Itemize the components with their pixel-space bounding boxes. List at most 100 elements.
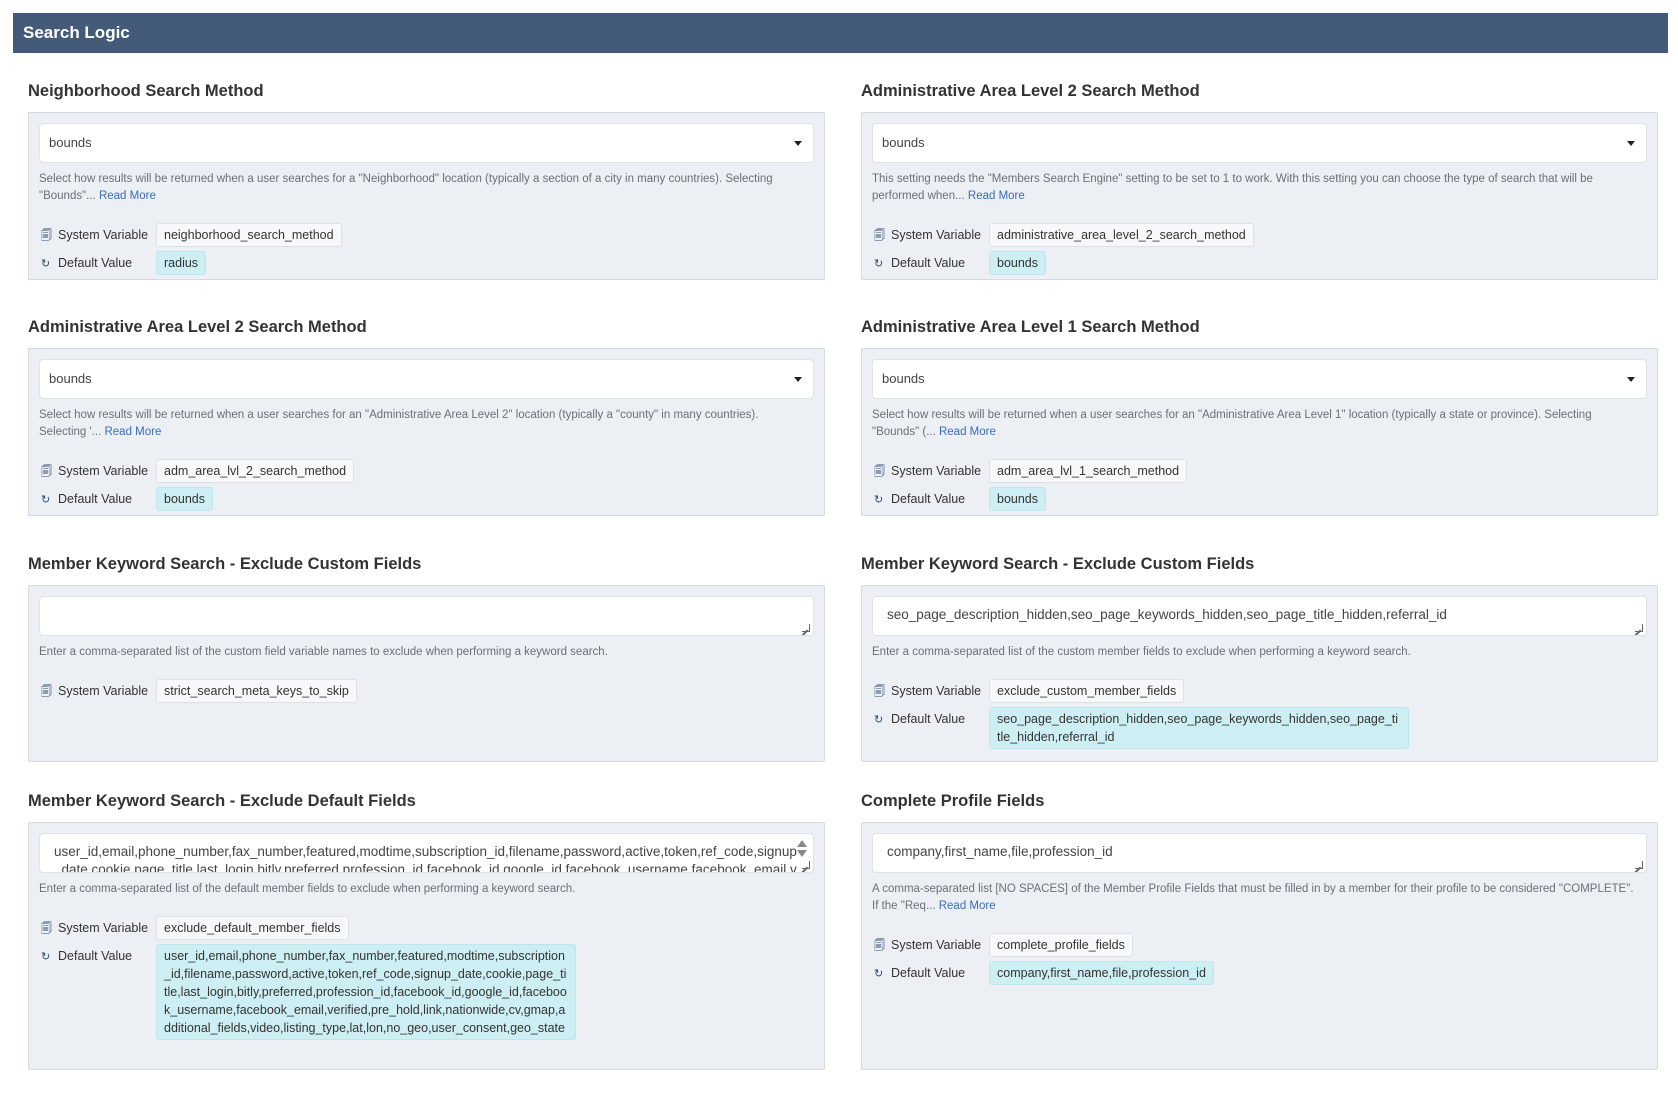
panel-title: Administrative Area Level 1 Search Metho… — [861, 318, 1200, 336]
copy-icon: 🗐 — [41, 686, 52, 698]
textarea-value: user_id,email,phone_number,fax_number,fe… — [54, 844, 797, 873]
system-variable-value: neighborhood_search_method — [156, 223, 342, 247]
default-value-badge: company,first_name,file,profession_id — [989, 961, 1214, 985]
complete-profile-fields-textarea[interactable]: company,first_name,file,profession_id — [872, 833, 1647, 873]
refresh-icon: ↻ — [41, 258, 51, 270]
refresh-icon: ↻ — [874, 494, 884, 506]
search-method-select[interactable]: bounds — [39, 123, 814, 163]
search-method-select[interactable]: bounds — [39, 359, 814, 399]
system-variable-label: System Variable — [58, 684, 149, 698]
default-value-label: Default Value — [58, 256, 133, 270]
default-value-label: Default Value — [891, 492, 966, 506]
setting-card: bounds Select how results will be return… — [28, 348, 825, 516]
caret-down-icon — [794, 141, 802, 146]
copy-icon: 🗐 — [874, 686, 885, 698]
caret-down-icon — [1627, 377, 1635, 382]
setting-card: bounds This setting needs the "Members S… — [861, 112, 1658, 280]
read-more-link[interactable]: Read More — [104, 426, 161, 438]
setting-card: Enter a comma-separated list of the cust… — [28, 585, 825, 762]
default-value-label: Default Value — [891, 256, 966, 270]
select-value: bounds — [882, 371, 925, 386]
default-value-label: Default Value — [58, 949, 133, 963]
system-variable-value: administrative_area_level_2_search_metho… — [989, 223, 1254, 247]
default-value-badge: bounds — [989, 487, 1047, 511]
panel-exclude-custom-member-fields: Member Keyword Search - Exclude Custom F… — [861, 555, 1658, 770]
panel-title: Member Keyword Search - Exclude Custom F… — [861, 555, 1255, 573]
setting-card: bounds Select how results will be return… — [861, 348, 1658, 516]
system-variable-label: System Variable — [891, 938, 982, 952]
resize-handle-icon[interactable] — [1635, 624, 1643, 632]
system-variable-label: System Variable — [58, 228, 149, 242]
refresh-icon: ↻ — [41, 494, 51, 506]
refresh-icon: ↻ — [874, 714, 884, 726]
read-more-link[interactable]: Read More — [939, 900, 996, 912]
system-variable-value: adm_area_lvl_1_search_method — [989, 459, 1188, 483]
panel-title: Complete Profile Fields — [861, 792, 1045, 810]
copy-icon: 🗐 — [41, 923, 52, 935]
panel-title: Member Keyword Search - Exclude Custom F… — [28, 555, 422, 573]
copy-icon: 🗐 — [41, 230, 52, 242]
search-method-select[interactable]: bounds — [872, 359, 1647, 399]
setting-card: company,first_name,file,profession_id A … — [861, 822, 1658, 1070]
system-variable-label: System Variable — [891, 684, 982, 698]
select-value: bounds — [49, 135, 92, 150]
refresh-icon: ↻ — [874, 968, 884, 980]
panel-adm-area-lvl-1-search-method: Administrative Area Level 1 Search Metho… — [861, 318, 1658, 518]
section-header: Search Logic — [13, 13, 1668, 53]
copy-icon: 🗐 — [874, 230, 885, 242]
read-more-link[interactable]: Read More — [968, 190, 1025, 202]
system-variable-value: complete_profile_fields — [989, 933, 1133, 957]
panel-neighborhood-search-method: Neighborhood Search Method bounds Select… — [28, 82, 825, 282]
caret-down-icon — [794, 377, 802, 382]
setting-description: This setting needs the "Members Search E… — [872, 171, 1637, 205]
setting-description: Select how results will be returned when… — [39, 407, 804, 441]
copy-icon: 🗐 — [41, 466, 52, 478]
panel-exclude-default-member-fields: Member Keyword Search - Exclude Default … — [28, 792, 825, 1077]
select-value: bounds — [882, 135, 925, 150]
default-value-badge: radius — [156, 251, 207, 275]
system-variable-value: exclude_default_member_fields — [156, 916, 349, 940]
setting-card: user_id,email,phone_number,fax_number,fe… — [28, 822, 825, 1070]
default-value-label: Default Value — [891, 712, 966, 726]
default-value-badge: bounds — [989, 251, 1047, 275]
read-more-link[interactable]: Read More — [939, 426, 996, 438]
panel-title: Neighborhood Search Method — [28, 82, 264, 100]
copy-icon: 🗐 — [874, 466, 885, 478]
search-method-select[interactable]: bounds — [872, 123, 1647, 163]
resize-handle-icon[interactable] — [802, 624, 810, 632]
setting-description: A comma-separated list [NO SPACES] of th… — [872, 881, 1637, 915]
exclude-default-fields-textarea[interactable]: user_id,email,phone_number,fax_number,fe… — [39, 833, 814, 873]
panel-administrative-area-level-2-search-method: Administrative Area Level 2 Search Metho… — [861, 82, 1658, 282]
read-more-link[interactable]: Read More — [99, 190, 156, 202]
section-title: Search Logic — [23, 23, 130, 42]
setting-description: Enter a comma-separated list of the defa… — [39, 881, 804, 898]
resize-handle-icon[interactable] — [802, 861, 810, 869]
setting-card: bounds Select how results will be return… — [28, 112, 825, 280]
setting-description: Enter a comma-separated list of the cust… — [39, 644, 804, 661]
panel-title: Administrative Area Level 2 Search Metho… — [861, 82, 1200, 100]
system-variable-label: System Variable — [58, 464, 149, 478]
setting-description: Select how results will be returned when… — [39, 171, 804, 205]
setting-description: Select how results will be returned when… — [872, 407, 1637, 441]
setting-card: seo_page_description_hidden,seo_page_key… — [861, 585, 1658, 762]
default-value-badge: bounds — [156, 487, 214, 511]
description-text: Enter a comma-separated list of the cust… — [872, 646, 1411, 658]
textarea-value: seo_page_description_hidden,seo_page_key… — [887, 607, 1447, 622]
resize-handle-icon[interactable] — [1635, 861, 1643, 869]
panel-title: Administrative Area Level 2 Search Metho… — [28, 318, 367, 336]
panel-adm-area-lvl-2-search-method: Administrative Area Level 2 Search Metho… — [28, 318, 825, 518]
default-value-badge: user_id,email,phone_number,fax_number,fe… — [156, 944, 576, 1040]
exclude-fields-textarea[interactable] — [39, 596, 814, 636]
exclude-fields-textarea[interactable]: seo_page_description_hidden,seo_page_key… — [872, 596, 1647, 636]
scroll-spinner-icon[interactable] — [796, 840, 808, 860]
setting-description: Enter a comma-separated list of the cust… — [872, 644, 1637, 661]
system-variable-value: adm_area_lvl_2_search_method — [156, 459, 355, 483]
system-variable-value: exclude_custom_member_fields — [989, 679, 1185, 703]
select-value: bounds — [49, 371, 92, 386]
system-variable-label: System Variable — [58, 921, 149, 935]
copy-icon: 🗐 — [874, 940, 885, 952]
description-text: Enter a comma-separated list of the defa… — [39, 883, 576, 895]
refresh-icon: ↻ — [41, 951, 51, 963]
panel-exclude-custom-fields-strict: Member Keyword Search - Exclude Custom F… — [28, 555, 825, 770]
system-variable-label: System Variable — [891, 228, 982, 242]
